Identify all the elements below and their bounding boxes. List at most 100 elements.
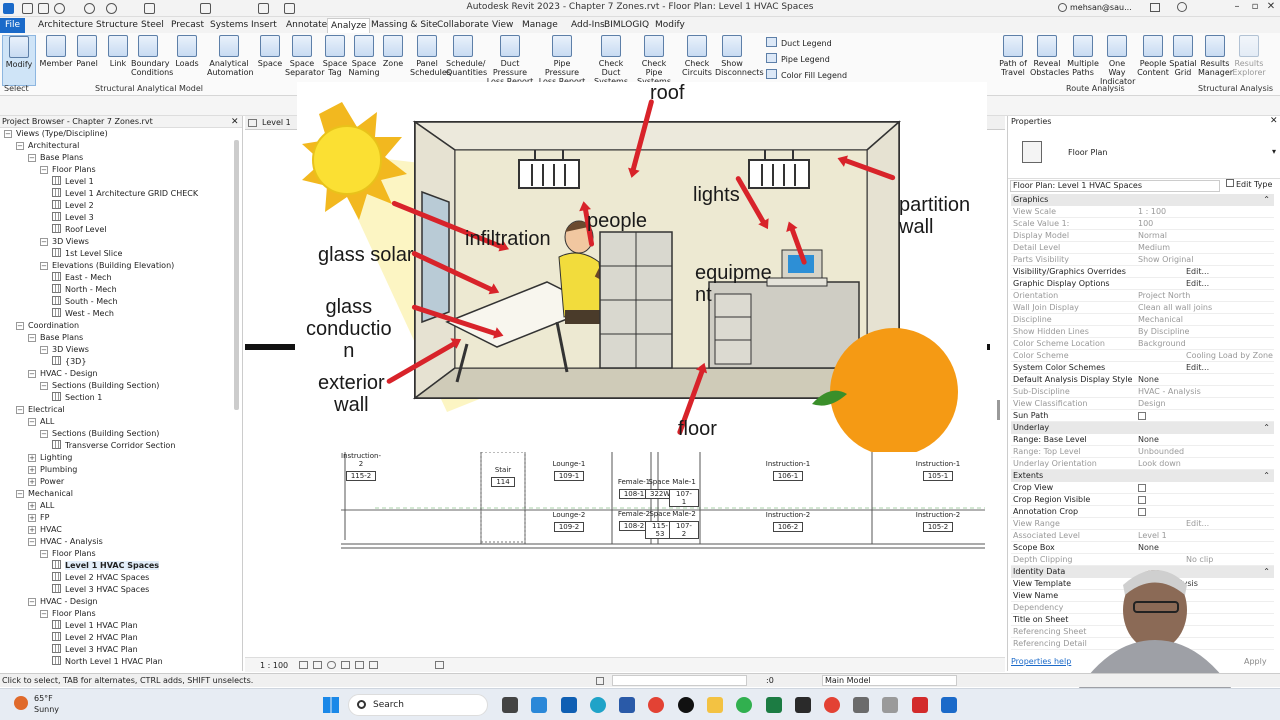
property-value[interactable]: Background bbox=[1138, 338, 1186, 350]
close-icon[interactable]: ✕ bbox=[1262, 1, 1280, 15]
expand-icon[interactable]: + bbox=[28, 478, 36, 486]
property-value[interactable]: HVAC - Analysis bbox=[1138, 386, 1201, 398]
property-value[interactable]: Edit... bbox=[1186, 518, 1209, 530]
tab-precast[interactable]: Precast bbox=[168, 18, 207, 33]
windows-start-icon[interactable] bbox=[323, 697, 339, 713]
tree-node[interactable]: − Base Plans bbox=[28, 152, 83, 164]
property-row[interactable]: Detail Level Medium bbox=[1011, 242, 1274, 254]
tree-node[interactable]: − HVAC - Design bbox=[28, 596, 98, 608]
tree-view-item[interactable]: Level 2 HVAC Plan bbox=[52, 632, 138, 644]
tree-view-item[interactable]: North - Mech bbox=[52, 284, 117, 296]
type-selector[interactable]: Floor Plan ▾ bbox=[1008, 129, 1280, 179]
weather-icon[interactable] bbox=[14, 696, 28, 710]
property-row[interactable]: Discipline Mechanical bbox=[1011, 314, 1274, 326]
check-pipe-systems-button[interactable]: Check Pipe Systems bbox=[637, 35, 671, 86]
boundary-conditions-button[interactable]: Boundary Conditions bbox=[131, 35, 173, 77]
tab-massing-site[interactable]: Massing & Site bbox=[368, 18, 441, 33]
path-of-travel-button[interactable]: Path of Travel bbox=[996, 35, 1030, 77]
tree-view-item[interactable]: Level 3 bbox=[52, 212, 94, 224]
tree-view-item[interactable]: {3D} bbox=[52, 356, 86, 368]
tab-level-1[interactable]: Level 1 bbox=[262, 118, 291, 127]
tree-node[interactable]: − Architectural bbox=[16, 140, 79, 152]
tab-collaborate[interactable]: Collaborate bbox=[434, 18, 492, 33]
pipe-legend-button[interactable]: Pipe Legend bbox=[766, 53, 830, 65]
expand-icon[interactable]: + bbox=[28, 514, 36, 522]
task-view-icon[interactable] bbox=[502, 697, 518, 713]
property-row[interactable]: Graphic Display Options Edit... bbox=[1011, 278, 1274, 290]
property-row[interactable]: Color Scheme Cooling Load by Zone bbox=[1011, 350, 1274, 362]
pipe-pressure-loss-report-button[interactable]: Pipe Pressure Loss Report bbox=[536, 35, 588, 86]
crop-icon[interactable] bbox=[355, 661, 364, 669]
tree-node[interactable]: − Floor Plans bbox=[40, 164, 96, 176]
tree-node[interactable]: + Plumbing bbox=[28, 464, 77, 476]
room-tag[interactable]: Lounge-1 109-1 bbox=[545, 460, 593, 481]
panel-label-structural-analysis[interactable]: Structural Analysis bbox=[1198, 84, 1273, 93]
property-value[interactable]: Show Original bbox=[1138, 254, 1193, 266]
app-icon[interactable] bbox=[882, 697, 898, 713]
section-extents[interactable]: Extents ⌃ bbox=[1011, 470, 1274, 482]
space-separator-button[interactable]: Space Separator bbox=[285, 35, 325, 77]
results-explorer-button[interactable]: Results Explorer bbox=[1232, 35, 1266, 77]
tree-node[interactable]: − Electrical bbox=[16, 404, 65, 416]
tree-node[interactable]: − HVAC - Design bbox=[28, 368, 98, 380]
tree-view-item[interactable]: North Level 1 HVAC Plan bbox=[52, 656, 163, 668]
property-value[interactable]: Edit... bbox=[1186, 278, 1209, 290]
camera-icon[interactable] bbox=[795, 697, 811, 713]
panel-button[interactable]: Panel bbox=[70, 35, 104, 68]
member-button[interactable]: Member bbox=[39, 35, 73, 68]
collapse-icon[interactable]: − bbox=[28, 334, 36, 342]
reveal-obstacles-button[interactable]: Reveal Obstacles bbox=[1030, 35, 1069, 77]
acrobat-icon[interactable] bbox=[912, 697, 928, 713]
tree-view-item[interactable]: Level 1 HVAC Spaces bbox=[52, 560, 160, 572]
room-tag[interactable]: Instruction-1 106-1 bbox=[763, 460, 813, 481]
property-row[interactable]: Scale Value 1: 100 bbox=[1011, 218, 1274, 230]
room-tag[interactable]: Instruction-2 115-2 bbox=[341, 452, 381, 481]
property-checkbox[interactable] bbox=[1138, 412, 1146, 420]
room-tag[interactable]: Male-1 107-1 bbox=[669, 478, 699, 507]
design-options-field[interactable]: Main Model bbox=[822, 675, 957, 686]
collapse-icon[interactable]: − bbox=[28, 538, 36, 546]
tree-view-item[interactable]: Level 2 bbox=[52, 200, 94, 212]
property-row[interactable]: Parts Visibility Show Original bbox=[1011, 254, 1274, 266]
collapse-icon[interactable]: − bbox=[16, 322, 24, 330]
property-row[interactable]: Orientation Project North bbox=[1011, 290, 1274, 302]
check-circuits-button[interactable]: Check Circuits bbox=[680, 35, 714, 77]
property-row[interactable]: System Color Schemes Edit... bbox=[1011, 362, 1274, 374]
property-value[interactable]: Design bbox=[1138, 398, 1166, 410]
sun-path-icon[interactable] bbox=[327, 661, 336, 669]
shadows-icon[interactable] bbox=[341, 661, 350, 669]
tab-structure[interactable]: Structure bbox=[93, 18, 141, 33]
tab-insert[interactable]: Insert bbox=[248, 18, 280, 33]
property-row[interactable]: Range: Base Level None bbox=[1011, 434, 1274, 446]
collapse-icon[interactable]: − bbox=[40, 550, 48, 558]
view-scrollbar[interactable] bbox=[997, 400, 1000, 420]
chrome-icon[interactable] bbox=[824, 697, 840, 713]
panel-label-route[interactable]: Route Analysis bbox=[1066, 84, 1125, 93]
visual-style-icon[interactable] bbox=[313, 661, 322, 669]
collapse-icon[interactable]: − bbox=[40, 430, 48, 438]
close-icon[interactable]: ✕ bbox=[1270, 116, 1278, 126]
panel-schedules-button[interactable]: Panel Schedules bbox=[410, 35, 451, 77]
tree-view-item[interactable]: Level 1 Architecture GRID CHECK bbox=[52, 188, 198, 200]
property-value[interactable]: Edit... bbox=[1186, 362, 1209, 374]
property-value[interactable]: None bbox=[1138, 434, 1159, 446]
collapse-icon[interactable]: − bbox=[40, 382, 48, 390]
property-value[interactable]: Unbounded bbox=[1138, 446, 1184, 458]
section-underlay[interactable]: Underlay ⌃ bbox=[1011, 422, 1274, 434]
tiktok-icon[interactable] bbox=[678, 697, 694, 713]
tree-node[interactable]: + ALL bbox=[28, 500, 54, 512]
collapse-icon[interactable]: − bbox=[16, 406, 24, 414]
tree-view-item[interactable]: Level 2 HVAC Spaces bbox=[52, 572, 149, 584]
tree-node[interactable]: − Elevations (Building Elevation) bbox=[40, 260, 174, 272]
tree-node[interactable]: − Floor Plans bbox=[40, 548, 96, 560]
property-row[interactable]: Crop Region Visible bbox=[1011, 494, 1274, 506]
tree-node[interactable]: − Sections (Building Section) bbox=[40, 428, 159, 440]
browser-scrollbar[interactable] bbox=[234, 140, 239, 410]
property-value[interactable]: By Discipline bbox=[1138, 326, 1189, 338]
duct-legend-button[interactable]: Duct Legend bbox=[766, 37, 832, 49]
collapse-icon[interactable]: ⌃ bbox=[1263, 470, 1270, 482]
tab-modify[interactable]: Modify bbox=[652, 18, 688, 33]
expand-icon[interactable]: + bbox=[28, 466, 36, 474]
app-icon[interactable] bbox=[853, 697, 869, 713]
tree-node[interactable]: − Floor Plans bbox=[40, 608, 96, 620]
